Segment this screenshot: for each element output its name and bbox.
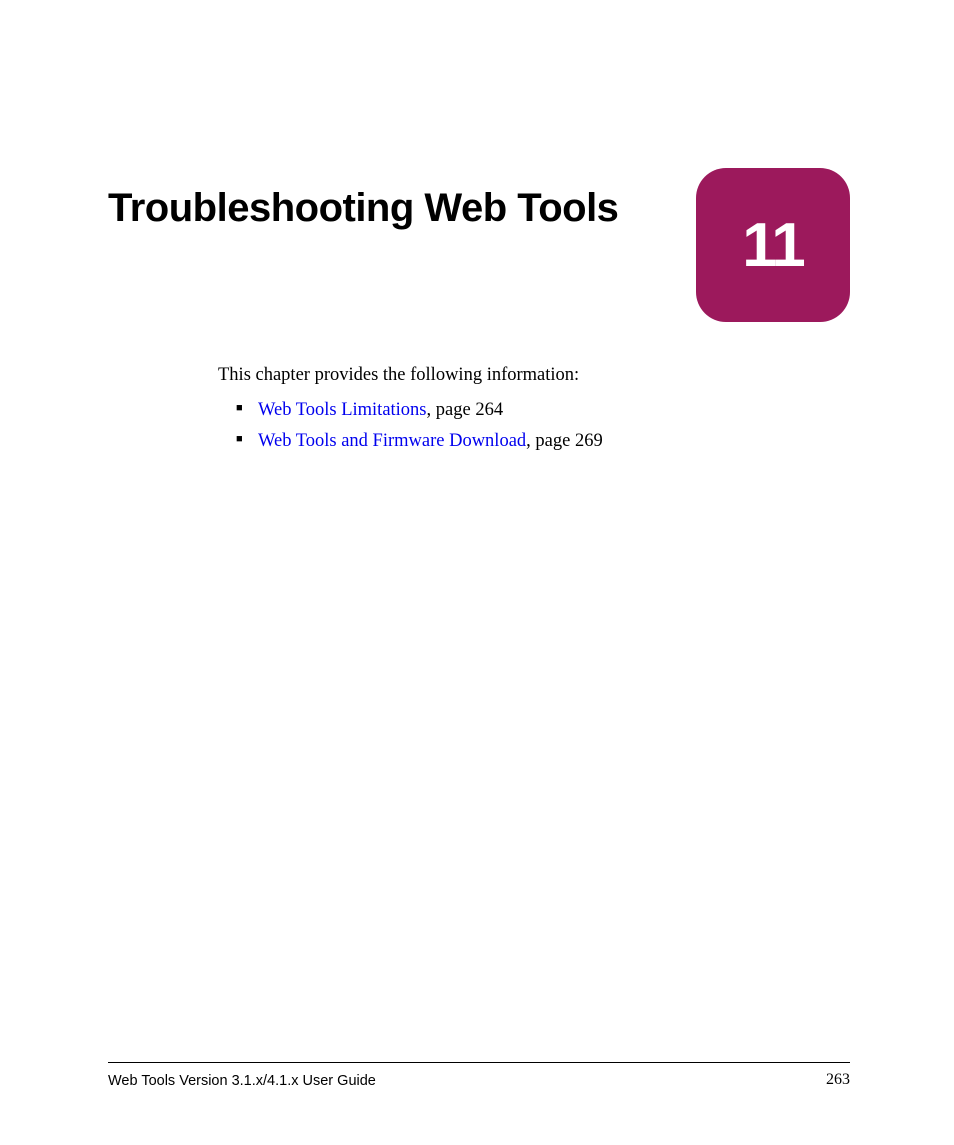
footer-page-number: 263: [826, 1071, 850, 1089]
list-item: Web Tools and Firmware Download, page 26…: [236, 431, 850, 452]
document-page: Troubleshooting Web Tools 11 This chapte…: [0, 0, 954, 1145]
chapter-header: Troubleshooting Web Tools 11: [108, 168, 850, 322]
page-reference: , page 264: [427, 400, 504, 420]
chapter-number: 11: [742, 210, 804, 281]
list-item: Web Tools Limitations, page 264: [236, 400, 850, 421]
body-content: This chapter provides the following info…: [218, 365, 850, 462]
link-web-tools-firmware-download[interactable]: Web Tools and Firmware Download: [258, 431, 526, 451]
table-of-contents-list: Web Tools Limitations, page 264 Web Tool…: [218, 400, 850, 452]
intro-text: This chapter provides the following info…: [218, 365, 850, 386]
page-reference: , page 269: [526, 431, 603, 451]
link-web-tools-limitations[interactable]: Web Tools Limitations: [258, 400, 427, 420]
footer-document-title: Web Tools Version 3.1.x/4.1.x User Guide: [108, 1073, 376, 1089]
chapter-number-badge: 11: [696, 168, 850, 322]
chapter-title: Troubleshooting Web Tools: [108, 168, 618, 231]
footer-divider: [108, 1062, 850, 1063]
